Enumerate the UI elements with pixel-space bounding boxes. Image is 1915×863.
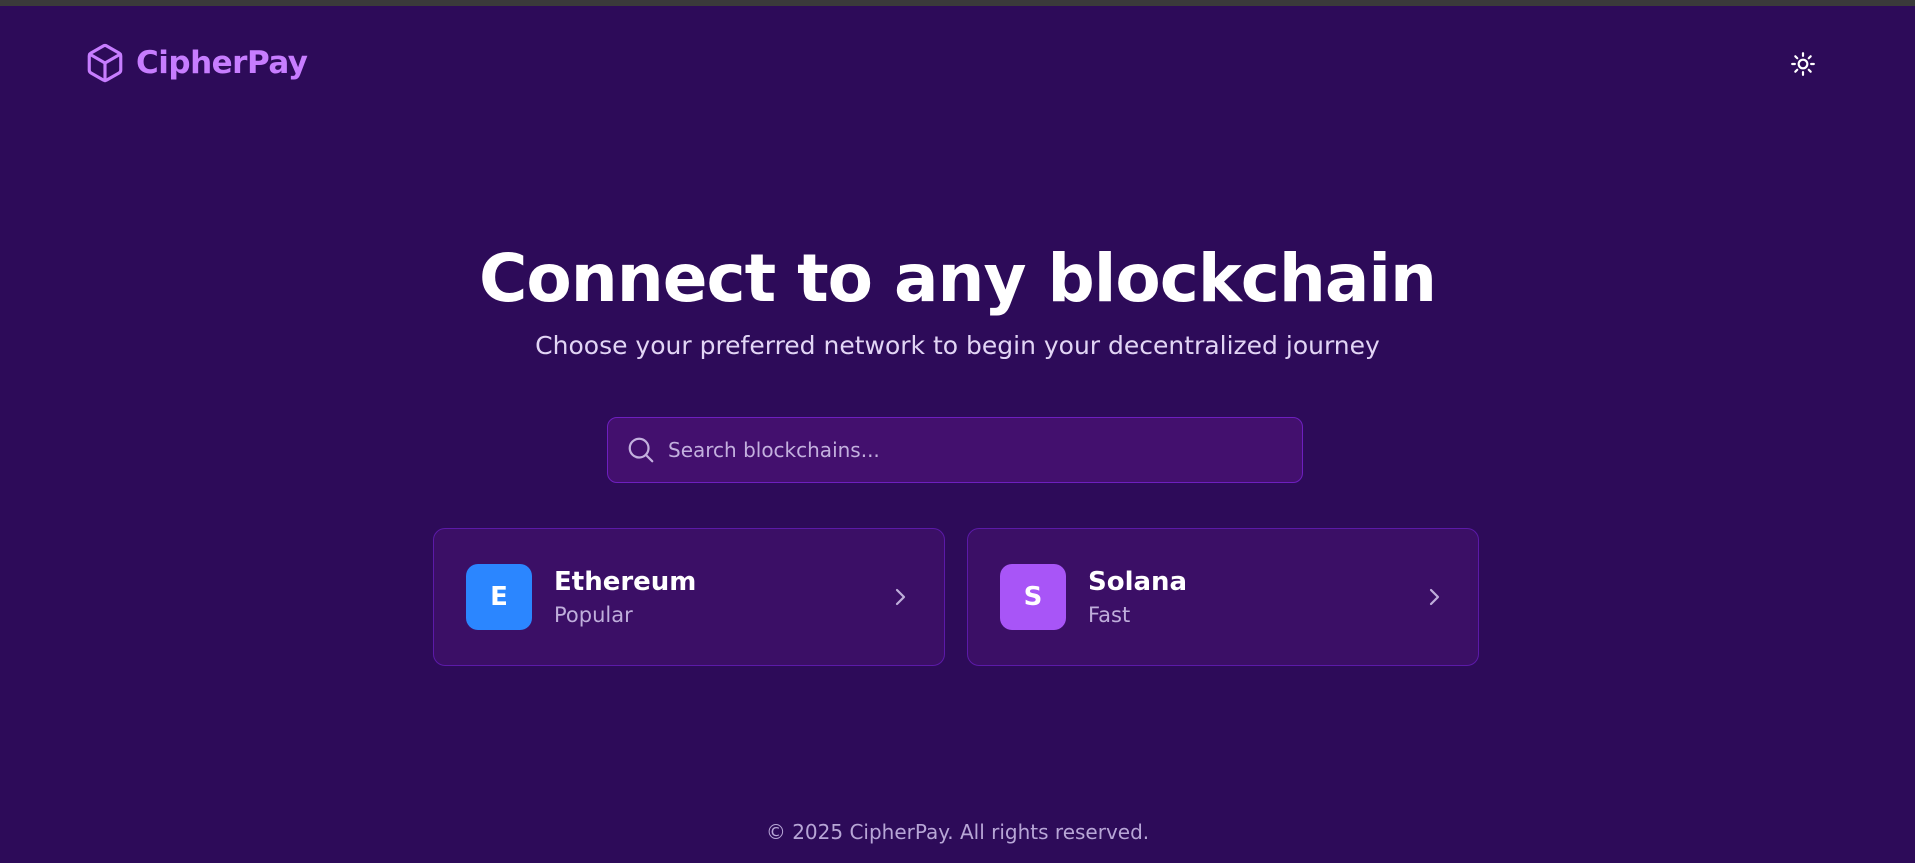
- chain-info: Solana Fast: [1088, 567, 1422, 627]
- search-box: [607, 417, 1303, 483]
- chain-card-ethereum[interactable]: E Ethereum Popular: [433, 528, 945, 666]
- brand-logo-link[interactable]: CipherPay: [84, 42, 308, 84]
- chevron-right-icon: [888, 585, 912, 609]
- chain-card-solana[interactable]: S Solana Fast: [967, 528, 1479, 666]
- chain-info: Ethereum Popular: [554, 567, 888, 627]
- page-subtitle: Choose your preferred network to begin y…: [535, 331, 1380, 360]
- brand-name: CipherPay: [136, 45, 308, 81]
- hero-section: Connect to any blockchain Choose your pr…: [0, 240, 1915, 360]
- search-input[interactable]: [666, 437, 1302, 463]
- chain-avatar-solana: S: [1000, 564, 1066, 630]
- theme-toggle-button[interactable]: [1786, 48, 1820, 82]
- chevron-right-icon: [1422, 585, 1446, 609]
- footer-copyright: © 2025 CipherPay. All rights reserved.: [765, 820, 1150, 844]
- cube-icon: [84, 42, 126, 84]
- chain-name: Solana: [1088, 567, 1188, 597]
- chain-avatar-ethereum: E: [466, 564, 532, 630]
- sun-icon: [1790, 51, 1816, 80]
- chain-name: Ethereum: [554, 567, 697, 597]
- chain-tag: Fast: [1088, 603, 1131, 627]
- page-title: Connect to any blockchain: [478, 240, 1437, 317]
- chain-tag: Popular: [554, 603, 633, 627]
- search-icon: [626, 435, 656, 465]
- window-top-strip: [0, 0, 1915, 6]
